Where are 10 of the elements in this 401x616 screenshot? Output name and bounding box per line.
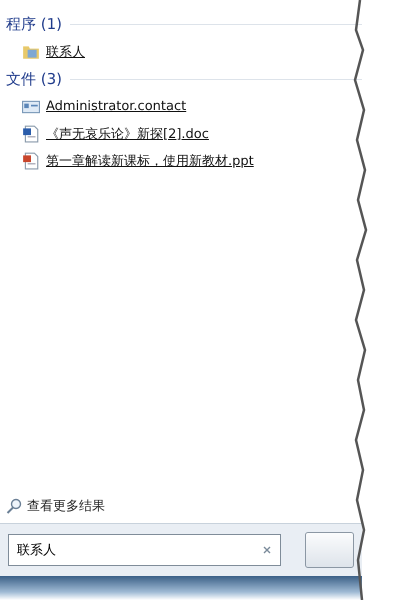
presentation-document-icon	[22, 152, 40, 170]
group-heading: 程序 (1)	[6, 14, 62, 34]
search-field[interactable]: 联系人	[8, 534, 281, 566]
more-results-link[interactable]: 查看更多结果	[0, 497, 362, 523]
group-heading: 文件 (3)	[6, 70, 62, 88]
word-document-icon	[22, 124, 40, 142]
search-icon	[6, 498, 22, 514]
close-icon[interactable]	[262, 545, 272, 555]
shutdown-button[interactable]	[304, 532, 354, 568]
result-item[interactable]: Administrator.contact	[6, 93, 362, 120]
